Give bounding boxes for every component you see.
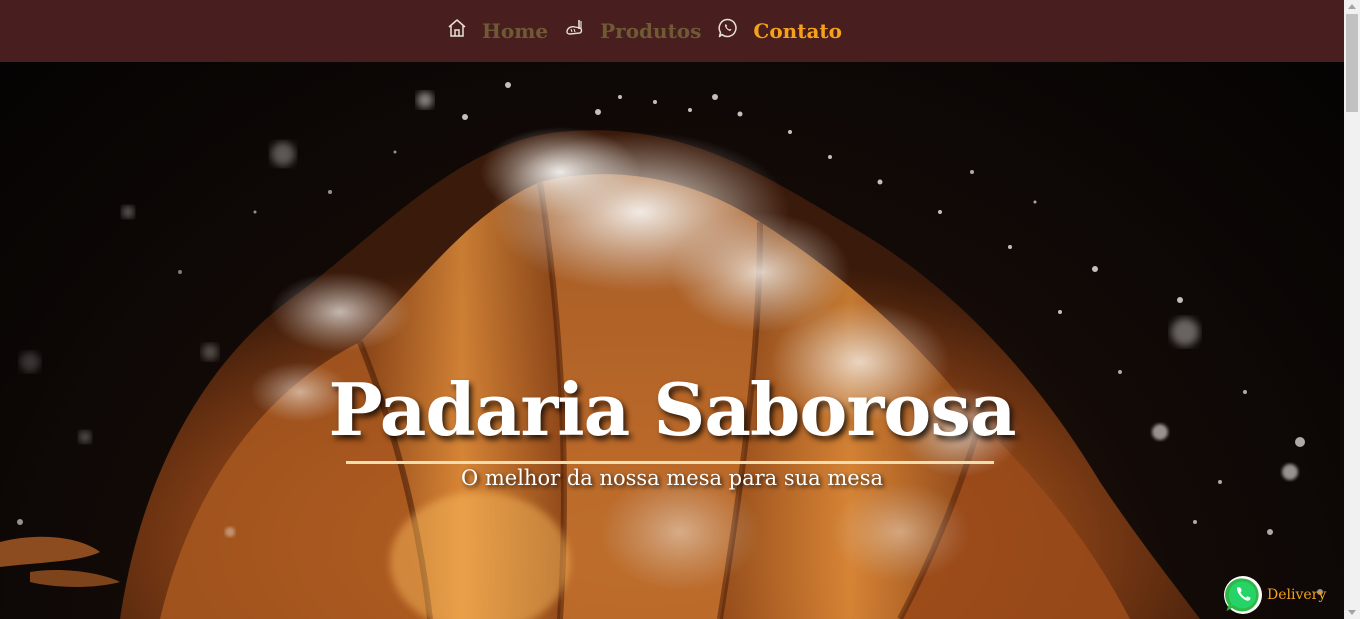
nav-item-label: Home (482, 19, 549, 43)
nav-item-label: Contato (753, 19, 842, 43)
home-icon (446, 17, 468, 39)
nav-item-label: Produtos (600, 19, 702, 43)
hero-banner: Padaria Saborosa O melhor da nossa mesa … (0, 62, 1344, 619)
scroll-down-arrow-icon[interactable] (1348, 610, 1356, 615)
hero-subtitle: O melhor da nossa mesa para sua mesa (460, 466, 884, 490)
whatsapp-icon (1224, 576, 1262, 614)
vertical-scrollbar[interactable] (1344, 0, 1360, 619)
nav-item-home[interactable]: Home (446, 19, 564, 43)
delivery-label: Delivery (1267, 587, 1327, 603)
whatsapp-delivery-button[interactable]: Delivery (1222, 574, 1326, 616)
title-divider (346, 461, 994, 464)
croissant-image (0, 82, 1323, 619)
nav-item-produtos[interactable]: Produtos (564, 19, 717, 43)
scroll-up-arrow-icon[interactable] (1348, 4, 1356, 9)
nav-menu: Home Produtos Contato (446, 17, 858, 43)
whatsapp-icon (717, 17, 739, 39)
bread-icon (564, 17, 586, 39)
scrollbar-thumb[interactable] (1346, 14, 1358, 112)
hero-title: Padaria Saborosa (328, 367, 1016, 452)
page: Home Produtos Contato Padaria Saborosa O… (0, 0, 1360, 619)
top-navbar: Home Produtos Contato (0, 0, 1344, 62)
nav-item-contato[interactable]: Contato (717, 17, 858, 43)
